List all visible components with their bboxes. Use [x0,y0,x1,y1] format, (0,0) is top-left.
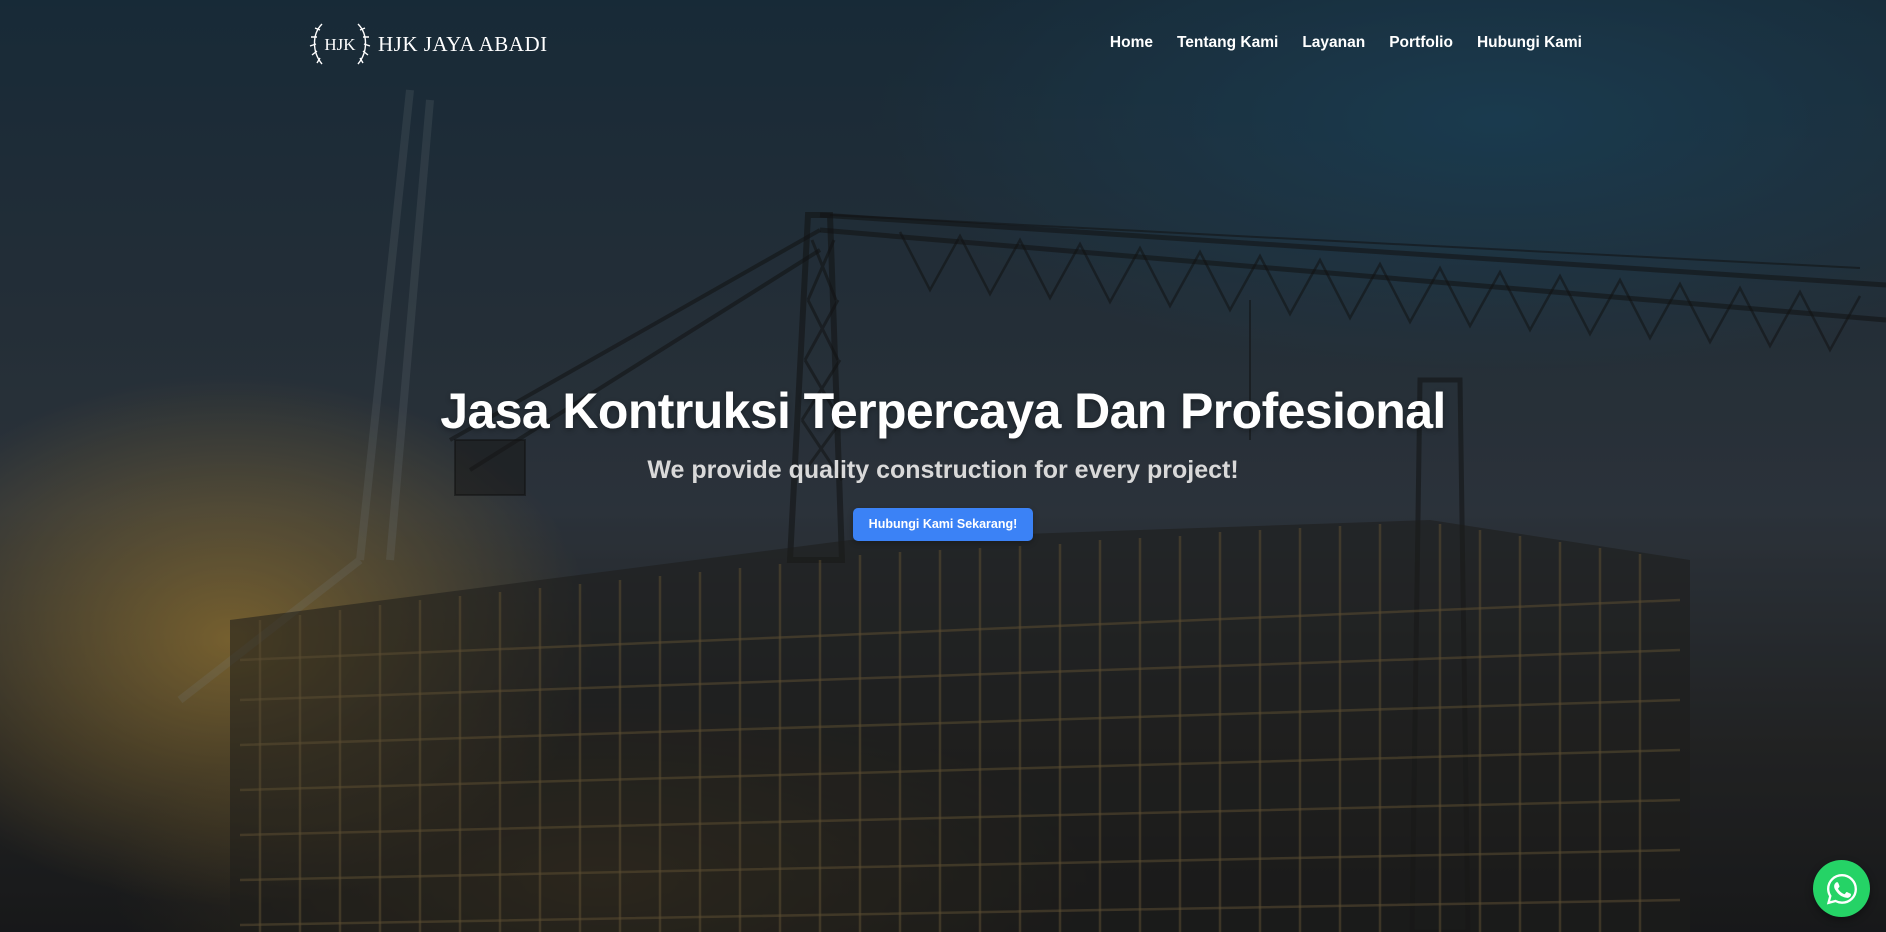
nav-link-hubungi-kami[interactable]: Hubungi Kami [1477,34,1582,51]
nav-item-home: Home [1110,34,1153,52]
hero-content: Jasa Kontruksi Terpercaya Dan Profesiona… [0,380,1886,541]
nav-item-tentang-kami: Tentang Kami [1177,34,1278,52]
navbar: HJK HJK JAYA ABADI Home Tentang Kami Lay… [0,0,1886,92]
hero-subtitle: We provide quality construction for ever… [647,456,1239,484]
whatsapp-icon [1826,873,1857,904]
whatsapp-floating-button[interactable] [1813,860,1870,917]
contact-now-button[interactable]: Hubungi Kami Sekarang! [852,508,1034,541]
nav-link-portfolio[interactable]: Portfolio [1389,34,1453,51]
nav-item-portfolio: Portfolio [1389,34,1453,52]
nav-menu: Home Tentang Kami Layanan Portfolio Hubu… [1110,34,1582,52]
laurel-monogram-icon: HJK [309,23,371,65]
nav-link-tentang-kami[interactable]: Tentang Kami [1177,34,1278,51]
nav-item-layanan: Layanan [1302,34,1365,52]
nav-link-layanan[interactable]: Layanan [1302,34,1365,51]
brand-name: HJK JAYA ABADI [378,31,548,56]
logo-monogram: HJK [324,35,356,54]
hero-title: Jasa Kontruksi Terpercaya Dan Profesiona… [440,383,1446,439]
nav-item-hubungi-kami: Hubungi Kami [1477,34,1582,52]
nav-link-home[interactable]: Home [1110,34,1153,51]
brand-logo[interactable]: HJK HJK JAYA ABADI [308,20,548,68]
